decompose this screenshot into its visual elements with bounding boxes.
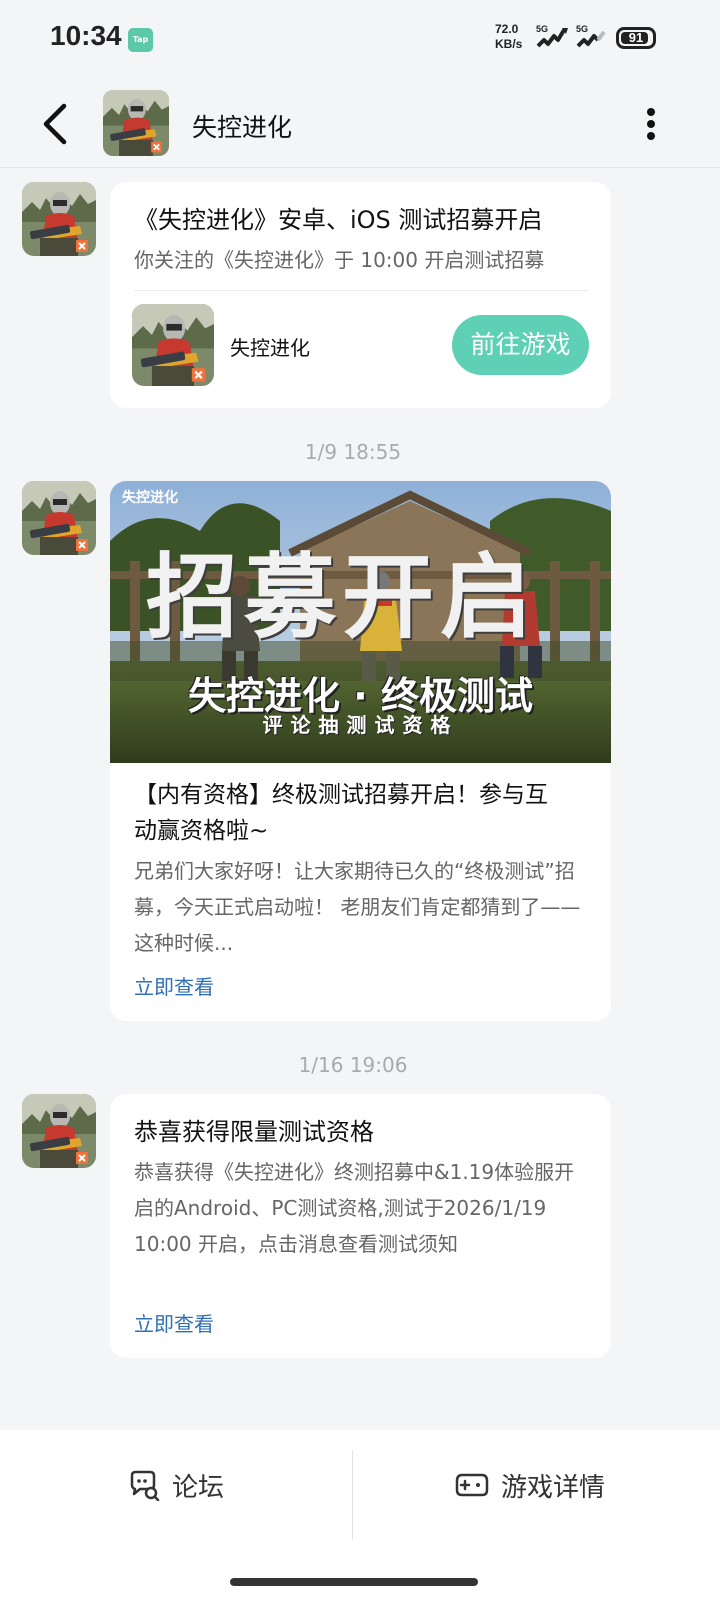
message-avatar[interactable] [22, 481, 96, 555]
banner-headline: 招募开启 [146, 547, 539, 649]
nav-forum-label: 论坛 [172, 1472, 225, 1503]
message-timestamp: 1/9 18:55 [304, 440, 402, 464]
message-avatar[interactable] [22, 182, 96, 256]
view-now-link[interactable]: 立即查看 [134, 971, 214, 1000]
signal-label-2: 5G [576, 24, 588, 34]
battery-icon: 91 [616, 27, 656, 49]
status-bar: 10:34 Tap 72.0 KB/s 5G 5G 91 [0, 0, 720, 80]
message-avatar[interactable] [22, 1094, 96, 1168]
header-game-avatar[interactable] [103, 90, 169, 156]
article-excerpt: 兄弟们大家好呀！让大家期待已久的“终极测试”招募，今天正式启动啦！ 老朋友们肯定… [134, 859, 581, 955]
game-icon[interactable] [132, 304, 214, 386]
forum-chat-icon [130, 1470, 160, 1501]
message-card-qualification[interactable]: 恭喜获得限量测试资格 恭喜获得《失控进化》终测招募中&1.19体验服开启的And… [110, 1094, 611, 1358]
banner-logo: 失控进化 [122, 490, 178, 506]
more-vertical-icon[interactable] [636, 102, 666, 146]
chat-header: 失控进化 [0, 80, 720, 168]
tap-app-badge-icon: Tap [128, 28, 153, 52]
page-title: 失控进化 [192, 113, 293, 142]
banner-caption: 评论抽测试资格 [262, 713, 459, 737]
game-name: 失控进化 [230, 336, 310, 360]
nav-divider [352, 1450, 353, 1540]
message-card-recruit[interactable]: 《失控进化》安卓、iOS 测试招募开启 你关注的《失控进化》于 10:00 开启… [110, 182, 611, 408]
view-now-link[interactable]: 立即查看 [134, 1308, 214, 1337]
message-title: 《失控进化》安卓、iOS 测试招募开启 [134, 206, 543, 234]
gamepad-icon [455, 1473, 489, 1497]
signal-label-1: 5G [536, 24, 548, 34]
message-timestamp: 1/16 19:06 [298, 1053, 408, 1077]
bottom-nav: 论坛 游戏详情 [0, 1430, 720, 1600]
article-title-line-2: 动赢资格啦~ [134, 818, 269, 844]
nav-forum[interactable]: 论坛 [128, 1460, 224, 1510]
divider [134, 290, 588, 291]
go-to-game-button[interactable]: 前往游戏 [452, 315, 589, 375]
message-title: 恭喜获得限量测试资格 [134, 1118, 374, 1146]
signal-icon: 5G [536, 24, 568, 48]
home-indicator[interactable] [230, 1578, 478, 1586]
article-banner-image[interactable]: 失控进化 招募开启 失控进化 · 终极测试 评论抽测试资格 [110, 481, 611, 763]
nav-game-detail-label: 游戏详情 [501, 1472, 606, 1503]
nav-game-detail[interactable]: 游戏详情 [455, 1460, 605, 1510]
message-desc: 你关注的《失控进化》于 10:00 开启测试招募 [134, 248, 545, 272]
battery-percent: 91 [628, 30, 644, 45]
message-card-article[interactable]: 失控进化 招募开启 失控进化 · 终极测试 评论抽测试资格 【内有资格】终极测试… [110, 481, 611, 1021]
chevron-left-icon[interactable] [34, 102, 78, 146]
status-time: 10:34 [50, 20, 122, 51]
message-desc: 恭喜获得《失控进化》终测招募中&1.19体验服开启的Android、PC测试资格… [134, 1160, 575, 1256]
signal-icon-2: 5G [576, 24, 606, 48]
article-title-line-1: 【内有资格】终极测试招募开启！参与互 [134, 782, 548, 808]
